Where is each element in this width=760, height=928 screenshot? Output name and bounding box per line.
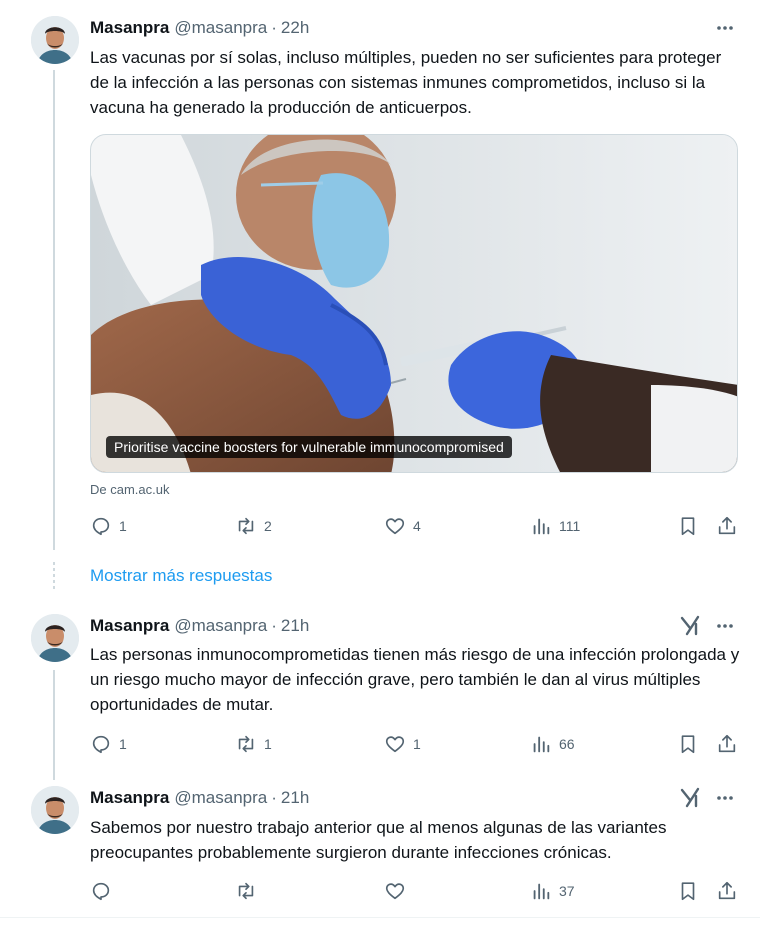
views-button[interactable]: 111	[530, 514, 580, 538]
heart-icon	[385, 883, 405, 900]
like-button[interactable]: 4	[384, 514, 421, 538]
tweet-3[interactable]: Masanpra @masanpra · 21h Sabemos por nue…	[0, 772, 760, 917]
avatar[interactable]	[31, 16, 79, 64]
bookmark-button[interactable]	[677, 879, 699, 903]
more-icon[interactable]	[712, 786, 738, 810]
action-bar: 37	[90, 879, 740, 903]
grok-icon[interactable]	[678, 786, 702, 810]
share-icon	[718, 516, 736, 535]
more-icon[interactable]	[712, 16, 738, 40]
avatar[interactable]	[31, 614, 79, 662]
share-icon	[718, 881, 736, 900]
views-count: 66	[559, 736, 575, 752]
author-name[interactable]: Masanpra	[90, 788, 169, 808]
views-count: 111	[559, 518, 581, 534]
retweet-icon	[238, 735, 254, 753]
bookmark-icon	[681, 735, 695, 754]
views-icon	[533, 736, 550, 753]
bookmark-icon	[681, 517, 695, 536]
separator-dot: ·	[271, 18, 277, 37]
author-handle[interactable]: @masanpra	[174, 616, 267, 636]
heart-icon	[385, 518, 405, 535]
timestamp[interactable]: 21h	[281, 616, 309, 636]
author-name[interactable]: Masanpra	[90, 18, 169, 38]
retweet-icon	[238, 882, 254, 900]
card-caption[interactable]: Prioritise vaccine boosters for vulnerab…	[106, 436, 512, 458]
share-button[interactable]	[716, 514, 738, 538]
views-icon	[533, 518, 550, 535]
share-button[interactable]	[716, 879, 738, 903]
tweet-text: Las vacunas por sí solas, incluso múltip…	[90, 48, 722, 117]
tweet-text: Las personas inmunocomprometidas tienen …	[90, 645, 740, 714]
tweet-2[interactable]: Masanpra @masanpra · 21h Las personas in…	[0, 600, 760, 780]
retweet-button[interactable]: 2	[235, 514, 272, 538]
reply-button[interactable]	[90, 879, 119, 903]
card-source[interactable]: De cam.ac.uk	[90, 482, 169, 497]
like-button[interactable]	[384, 879, 413, 903]
author-name[interactable]: Masanpra	[90, 616, 169, 636]
avatar-photo	[31, 16, 79, 64]
tweet-1[interactable]: Masanpra @masanpra · 22h Las vacunas por…	[0, 0, 760, 560]
avatar-photo	[31, 786, 79, 834]
avatar-photo	[31, 614, 79, 662]
reply-icon	[92, 517, 110, 536]
divider	[0, 917, 760, 918]
tweet-header: Masanpra @masanpra · 22h	[90, 16, 309, 40]
grok-icon[interactable]	[678, 614, 702, 638]
tweet-header: Masanpra @masanpra · 21h	[90, 614, 309, 638]
retweet-button[interactable]	[235, 879, 264, 903]
tweet-text: Sabemos por nuestro trabajo anterior que…	[90, 818, 667, 862]
thread-line	[53, 670, 55, 780]
reply-button[interactable]: 1	[90, 732, 127, 756]
action-bar: 1 2 4 111	[90, 514, 740, 538]
views-icon	[533, 883, 550, 900]
share-button[interactable]	[716, 732, 738, 756]
reply-count: 1	[119, 736, 127, 752]
separator-dot: ·	[271, 616, 277, 635]
bookmark-icon	[681, 882, 695, 901]
show-more-replies-link[interactable]: Mostrar más respuestas	[90, 566, 272, 586]
heart-icon	[385, 736, 405, 753]
retweet-icon	[238, 517, 254, 535]
like-count: 4	[413, 518, 421, 534]
thread-line	[53, 70, 55, 550]
author-handle[interactable]: @masanpra	[174, 18, 267, 38]
timestamp[interactable]: 22h	[281, 18, 309, 38]
separator-dot: ·	[271, 788, 277, 807]
reply-button[interactable]: 1	[90, 514, 127, 538]
action-bar: 1 1 1 66	[90, 732, 740, 756]
reply-icon	[92, 735, 110, 754]
more-icon[interactable]	[712, 614, 738, 638]
views-button[interactable]: 37	[530, 879, 575, 903]
like-button[interactable]: 1	[384, 732, 421, 756]
views-button[interactable]: 66	[530, 732, 575, 756]
timestamp[interactable]: 21h	[281, 788, 309, 808]
thread-dots	[53, 562, 55, 590]
tweet-header: Masanpra @masanpra · 21h	[90, 786, 309, 810]
author-handle[interactable]: @masanpra	[174, 788, 267, 808]
bookmark-button[interactable]	[677, 514, 699, 538]
avatar[interactable]	[31, 786, 79, 834]
views-count: 37	[559, 883, 575, 899]
reply-icon	[92, 882, 110, 901]
like-count: 1	[413, 736, 421, 752]
retweet-count: 2	[264, 518, 272, 534]
share-icon	[718, 734, 736, 753]
link-card[interactable]: Prioritise vaccine boosters for vulnerab…	[90, 134, 738, 473]
retweet-button[interactable]: 1	[235, 732, 272, 756]
vaccination-image	[91, 135, 737, 472]
retweet-count: 1	[264, 736, 272, 752]
reply-count: 1	[119, 518, 127, 534]
bookmark-button[interactable]	[677, 732, 699, 756]
